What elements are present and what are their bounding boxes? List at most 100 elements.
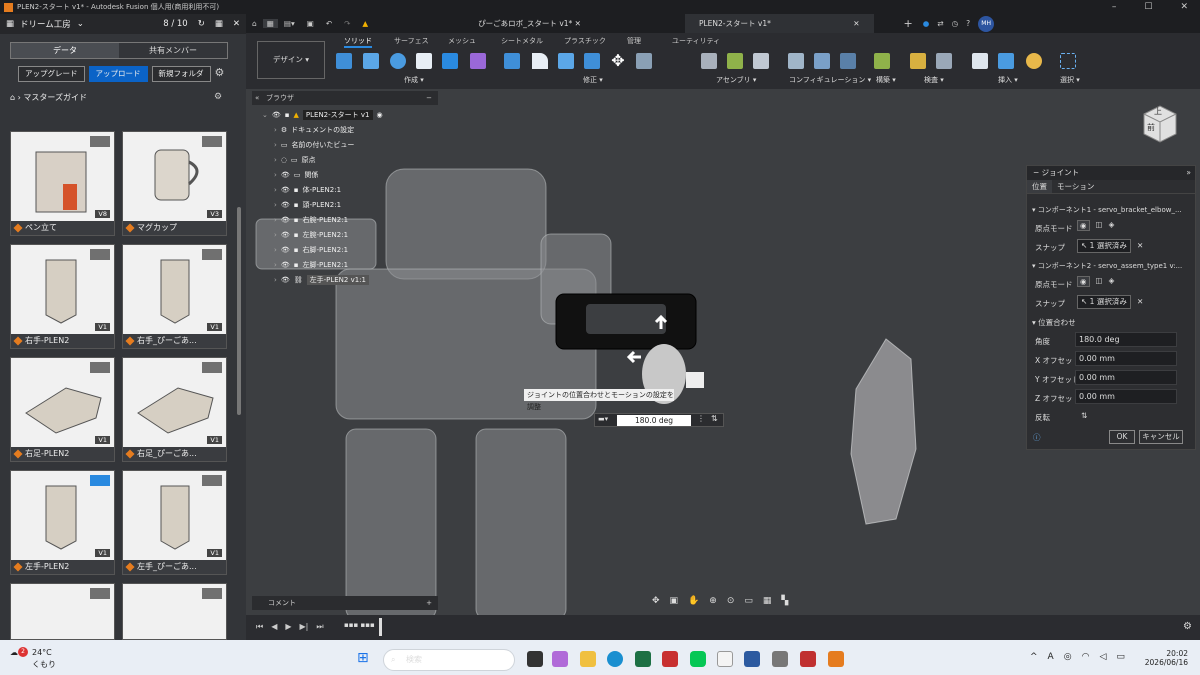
fusion-icon[interactable] [828, 651, 844, 667]
file-thumb[interactable]: V1 右足-PLEN2 [10, 357, 115, 462]
clear-icon[interactable]: ✕ [1137, 297, 1143, 306]
eye-icon[interactable]: 👁 [281, 216, 290, 224]
flip-icon[interactable]: ⇅ [1081, 411, 1087, 420]
extrude-icon[interactable] [363, 53, 379, 69]
group-configure[interactable]: コンフィギュレーション ▾ [789, 75, 871, 85]
eye-icon[interactable]: 👁 [281, 171, 290, 179]
tree-item[interactable]: › 👁 ▭ 関係 [274, 170, 318, 180]
home-icon[interactable]: ⌂ [246, 19, 263, 28]
move-icon[interactable]: ✥ [610, 53, 626, 69]
step-back-icon[interactable]: ◀ [271, 622, 277, 632]
tab-shared-members[interactable]: 共有メンバー [119, 43, 227, 58]
warning-icon[interactable]: ▲ [356, 19, 374, 28]
chevron-right-icon[interactable]: › [274, 276, 277, 284]
tree-item[interactable]: › 👁 ▪ 右脚-PLEN2:1 [274, 245, 348, 255]
insert-derive-icon[interactable] [972, 53, 988, 69]
tab-surface[interactable]: サーフェス [394, 36, 429, 46]
tree-item[interactable]: › ◌ ▭ 原点 [274, 155, 316, 165]
angle-input[interactable]: 180.0 deg [617, 415, 691, 426]
add-tab-icon[interactable]: + [904, 17, 913, 30]
weather-widget[interactable]: 2 ☁ 24°C くもり [10, 647, 56, 669]
chevron-right-icon[interactable]: › [274, 231, 277, 239]
close-button[interactable]: ✕ [1180, 2, 1188, 12]
ime-indicator[interactable]: A [1048, 652, 1054, 662]
config-table-icon[interactable] [814, 53, 830, 69]
component1-header[interactable]: ▾ コンポーネント1 - servo_bracket_elbow_... [1032, 205, 1182, 215]
eye-hidden-icon[interactable]: ◌ [281, 156, 287, 164]
document-icon[interactable] [717, 651, 733, 667]
view-cube[interactable]: 上 前 [1140, 102, 1178, 146]
chevron-down-icon[interactable]: ⌄ [77, 19, 84, 29]
eye-icon[interactable]: 👁 [281, 231, 290, 239]
clock[interactable]: 20:02 2026/06/16 [1140, 649, 1188, 667]
orbit-icon[interactable]: ✥ [652, 596, 660, 606]
tree-item[interactable]: › 👁 ▪ 左腕-PLEN2:1 [274, 230, 348, 240]
gear-icon[interactable]: ⚙ [215, 66, 225, 82]
team-name[interactable]: ドリーム工房 [20, 18, 71, 30]
select-icon[interactable] [1060, 53, 1076, 69]
more-icon[interactable]: ⋮ [697, 414, 705, 423]
chevron-right-icon[interactable]: › [274, 141, 277, 149]
simple-origin-icon[interactable]: ◉ [1077, 276, 1090, 287]
combine-icon[interactable] [584, 53, 600, 69]
file-menu-icon[interactable]: ▤▾ [278, 19, 301, 28]
look-at-icon[interactable]: ▣ [670, 596, 679, 606]
close-icon[interactable]: ✕ [575, 19, 581, 28]
display-mode-icon[interactable]: ▭ [744, 596, 753, 606]
clear-icon[interactable]: ✕ [1137, 241, 1143, 250]
angle-input-widget[interactable]: ▬▾ 180.0 deg ⋮ ⇅ [594, 413, 724, 427]
home-icon[interactable]: ⌂ [10, 93, 15, 102]
tree-item[interactable]: › ▭ 名前の付いたビュー [274, 140, 354, 150]
status-tag[interactable] [202, 588, 222, 599]
eye-icon[interactable]: 👁 [281, 186, 290, 194]
between-origin-icon[interactable]: ◫ [1096, 276, 1103, 287]
app-icon[interactable] [772, 651, 788, 667]
chevron-right-icon[interactable]: › [274, 186, 277, 194]
chevron-right-icon[interactable]: › [274, 156, 277, 164]
tree-item[interactable]: › 👁 ▪ 右腕-PLEN2:1 [274, 215, 348, 225]
comments-bar[interactable]: コメント + [252, 596, 438, 610]
file-thumb[interactable]: V1 右手-PLEN2 [10, 244, 115, 349]
tab-utility[interactable]: ユーティリティ [672, 36, 720, 46]
x-offset-field[interactable]: 0.00 mm [1075, 351, 1177, 366]
chevron-up-icon[interactable]: ^ [1030, 652, 1038, 662]
file-thumb[interactable] [10, 583, 115, 640]
chevron-right-icon[interactable]: › [274, 261, 277, 269]
breadcrumb-folder[interactable]: マスターズガイド [23, 93, 87, 102]
workspace-switcher[interactable]: デザイン ▾ [257, 41, 325, 79]
play-icon[interactable]: ▶ [285, 622, 291, 632]
joint-icon[interactable] [727, 53, 743, 69]
sync-icon[interactable]: ⇄ [937, 19, 943, 28]
wifi-icon[interactable]: ◠ [1082, 652, 1090, 662]
timeline-features[interactable]: ▪▪▪ ▪▪▪ [344, 621, 375, 629]
upgrade-button[interactable]: アップグレード [18, 66, 85, 82]
flip-icon[interactable]: ⇅ [711, 414, 718, 423]
tab-solid[interactable]: ソリッド [344, 36, 372, 48]
viewports-icon[interactable]: ▚ [781, 596, 788, 606]
simple-origin-icon[interactable]: ◉ [1077, 220, 1090, 231]
between-origin-icon[interactable]: ◫ [1096, 220, 1103, 231]
group-inspect[interactable]: 検査 ▾ [924, 75, 944, 85]
snap1-selection[interactable]: ↖ 1 選択済み [1077, 239, 1131, 253]
fillet-icon[interactable] [532, 53, 548, 69]
hole-icon[interactable] [416, 53, 432, 69]
create-form-icon[interactable] [470, 53, 486, 69]
save-icon[interactable]: ▣ [301, 19, 320, 28]
two-edge-origin-icon[interactable]: ◈ [1109, 276, 1115, 287]
last-step-icon[interactable]: ⏭ [316, 622, 323, 632]
status-tag[interactable] [90, 362, 110, 373]
tab-manage[interactable]: 管理 [627, 36, 641, 46]
new-folder-button[interactable]: 新規フォルダ [151, 66, 211, 82]
app-icon[interactable] [744, 651, 760, 667]
group-assemble[interactable]: アセンブリ ▾ [716, 75, 756, 85]
maximize-button[interactable]: ☐ [1144, 2, 1152, 12]
angle-type-icon[interactable]: ▬▾ [598, 415, 608, 423]
chevron-right-icon[interactable]: › [274, 171, 277, 179]
two-edge-origin-icon[interactable]: ◈ [1109, 220, 1115, 231]
line-icon[interactable] [690, 651, 706, 667]
step-forward-icon[interactable]: ▶| [300, 622, 309, 632]
offset-plane-icon[interactable] [874, 53, 890, 69]
add-comment-icon[interactable]: + [426, 596, 432, 610]
expand-icon[interactable]: » [1186, 166, 1191, 180]
pattern-icon[interactable] [442, 53, 458, 69]
